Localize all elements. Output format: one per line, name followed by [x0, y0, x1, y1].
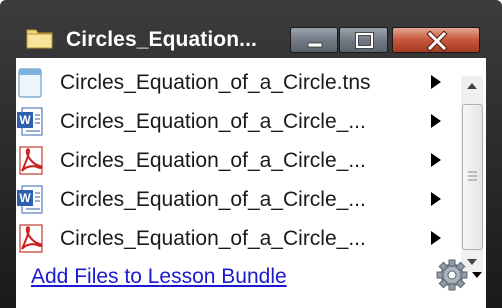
file-row[interactable]: W Circles_Equation_of_a_Circle_... — [16, 183, 456, 222]
file-name: Circles_Equation_of_a_Circle_... — [60, 110, 366, 133]
title-bar[interactable]: Circles_Equation... — [0, 0, 502, 53]
svg-text:W: W — [19, 113, 31, 127]
expand-arrow-icon[interactable] — [430, 152, 442, 173]
add-files-link[interactable]: Add Files to Lesson Bundle — [31, 265, 287, 289]
close-icon — [426, 30, 448, 52]
pdf-file-icon — [16, 224, 44, 254]
file-name: Circles_Equation_of_a_Circle_... — [60, 188, 366, 211]
word-file-icon: W — [16, 107, 44, 137]
minimize-button[interactable] — [290, 27, 338, 53]
scroll-thumb[interactable] — [462, 104, 483, 250]
word-file-icon: W — [16, 185, 44, 215]
expand-arrow-icon[interactable] — [430, 230, 442, 251]
file-name: Circles_Equation_of_a_Circle_... — [60, 227, 366, 250]
pdf-file-icon — [16, 146, 44, 176]
folder-icon — [26, 27, 53, 49]
file-row[interactable]: Circles_Equation_of_a_Circle.tns — [16, 66, 456, 105]
vertical-scrollbar[interactable] — [461, 76, 483, 272]
expand-arrow-icon[interactable] — [430, 113, 442, 134]
file-row[interactable]: Circles_Equation_of_a_Circle_... — [16, 144, 456, 183]
maximize-button[interactable] — [339, 27, 388, 53]
file-name: Circles_Equation_of_a_Circle.tns — [60, 71, 371, 94]
expand-arrow-icon[interactable] — [430, 191, 442, 212]
maximize-icon — [355, 32, 374, 49]
file-list: Circles_Equation_of_a_Circle.tns W Circl… — [16, 66, 456, 261]
expand-arrow-icon[interactable] — [430, 74, 442, 95]
close-button[interactable] — [392, 27, 480, 53]
file-name: Circles_Equation_of_a_Circle_... — [60, 149, 366, 172]
window-title: Circles_Equation... — [66, 28, 257, 51]
scroll-up-arrow-icon[interactable] — [461, 76, 483, 96]
file-row[interactable]: W Circles_Equation_of_a_Circle_... — [16, 105, 456, 144]
content-pane: Circles_Equation_of_a_Circle.tns W Circl… — [16, 58, 486, 308]
lesson-bundle-window: Circles_Equation... Circles_Equation_of_… — [0, 0, 502, 308]
minimize-icon — [307, 42, 323, 48]
tns-file-icon — [16, 68, 44, 98]
file-row[interactable]: Circles_Equation_of_a_Circle_... — [16, 222, 456, 261]
svg-text:W: W — [19, 191, 31, 205]
gear-icon[interactable] — [434, 258, 486, 292]
